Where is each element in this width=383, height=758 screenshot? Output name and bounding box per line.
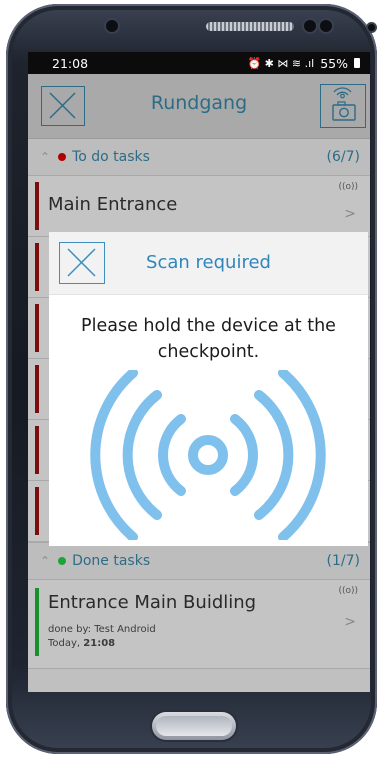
phone-top-bezel bbox=[46, 10, 375, 38]
status-icons: ⏰ ✱ ⋈ ≋ .ıl bbox=[247, 56, 315, 70]
status-time: 21:08 bbox=[52, 55, 89, 71]
done-task-by: done by: Test Android bbox=[48, 624, 156, 635]
battery-percent: 55% bbox=[320, 55, 348, 71]
done-task-label: Entrance Main Buidling bbox=[48, 592, 257, 613]
chevron-right-icon: > bbox=[344, 206, 356, 222]
dialog-message: Please hold the device at the checkpoint… bbox=[81, 316, 336, 362]
light-sensor bbox=[320, 20, 332, 32]
home-button[interactable] bbox=[152, 712, 236, 740]
task-status-bar bbox=[35, 304, 39, 352]
task-row[interactable]: Main Entrance ((o)) > bbox=[28, 176, 370, 237]
task-label: Main Entrance bbox=[48, 194, 178, 215]
done-task-when: Today, 21:08 bbox=[48, 638, 115, 649]
task-status-bar bbox=[35, 182, 39, 230]
app-title: Rundgang bbox=[150, 92, 248, 114]
scan-required-dialog: Scan required Please hold the device at … bbox=[49, 232, 368, 546]
done-section-label: Done tasks bbox=[72, 553, 151, 569]
task-status-bar bbox=[35, 487, 39, 535]
nfc-icon bbox=[90, 370, 326, 540]
done-task-day: Today, bbox=[48, 638, 84, 649]
home-button-face bbox=[156, 716, 232, 736]
chevron-up-icon: ⌃ bbox=[40, 150, 51, 164]
phone-frame: 21:08 ⏰ ✱ ⋈ ≋ .ıl 55% Rundgang ⌃ To do t… bbox=[6, 4, 377, 754]
status-bar: 21:08 ⏰ ✱ ⋈ ≋ .ıl 55% bbox=[28, 52, 370, 74]
earpiece-speaker bbox=[206, 22, 294, 31]
front-camera bbox=[304, 20, 316, 32]
scan-camera-button[interactable] bbox=[320, 84, 366, 128]
dialog-header: Scan required bbox=[49, 232, 368, 295]
task-status-bar bbox=[35, 426, 39, 474]
done-section-count: (1/7) bbox=[326, 553, 360, 569]
todo-section-label: To do tasks bbox=[72, 149, 150, 165]
task-status-bar bbox=[35, 365, 39, 413]
chevron-up-icon: ⌃ bbox=[40, 554, 51, 568]
dialog-title: Scan required bbox=[146, 252, 271, 273]
proximity-sensor bbox=[106, 20, 118, 32]
chevron-right-icon: > bbox=[344, 614, 356, 630]
nfc-icon: ((o)) bbox=[338, 586, 358, 596]
screen: 21:08 ⏰ ✱ ⋈ ≋ .ıl 55% Rundgang ⌃ To do t… bbox=[28, 52, 370, 692]
todo-section-count: (6/7) bbox=[326, 149, 360, 165]
task-status-bar bbox=[35, 588, 39, 656]
battery-icon bbox=[354, 58, 360, 68]
done-status-dot bbox=[58, 557, 67, 565]
nfc-camera-icon bbox=[332, 87, 356, 121]
todo-section-header[interactable]: ⌃ To do tasks (6/7) bbox=[28, 139, 370, 176]
app-bar: Rundgang bbox=[28, 74, 370, 139]
led-indicator bbox=[368, 24, 375, 31]
todo-status-dot bbox=[58, 153, 67, 161]
done-section-header[interactable]: ⌃ Done tasks (1/7) bbox=[28, 542, 370, 580]
task-status-bar bbox=[35, 243, 39, 291]
nfc-icon: ((o)) bbox=[338, 182, 358, 192]
done-task-row[interactable]: Entrance Main Buidling done by: Test And… bbox=[28, 580, 370, 669]
done-task-time: 21:08 bbox=[83, 638, 116, 649]
